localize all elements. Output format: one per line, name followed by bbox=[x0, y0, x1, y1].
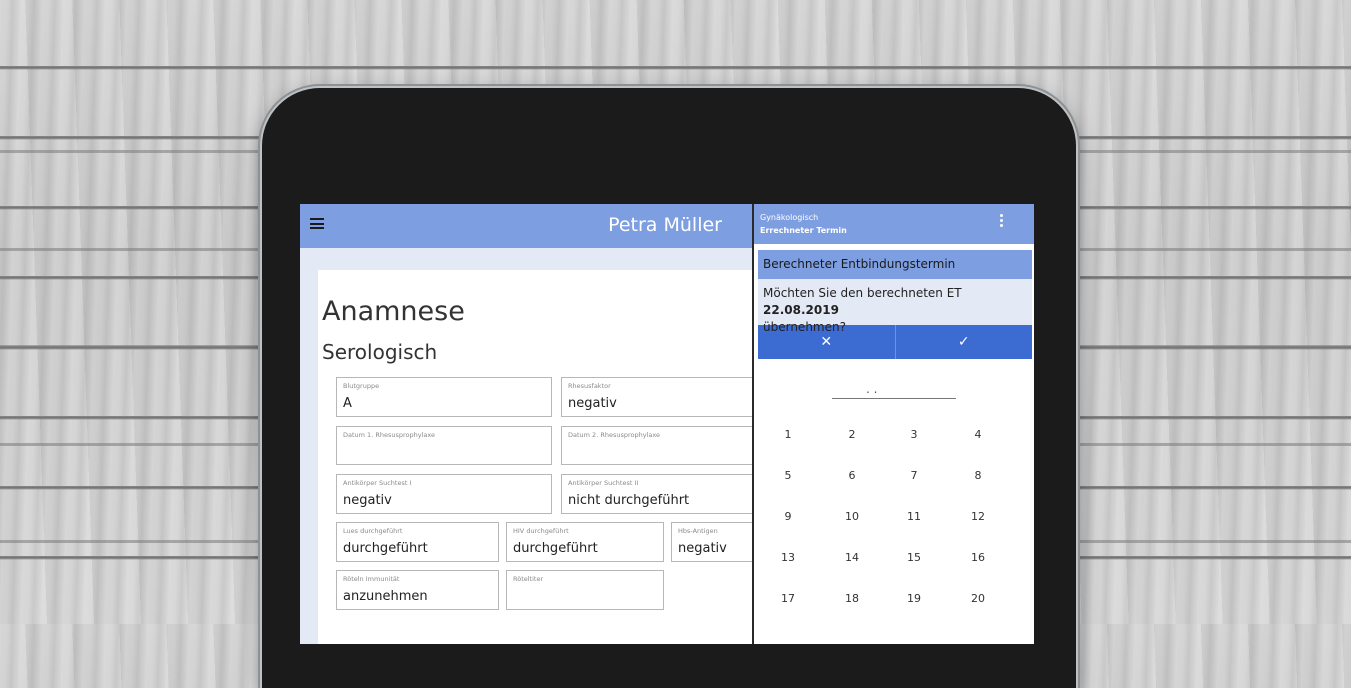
field-rhesusprophylaxe-2[interactable]: Datum 2. Rhesusprophylaxe bbox=[561, 426, 761, 465]
number-key[interactable]: 2 bbox=[832, 428, 872, 441]
field-label: Datum 1. Rhesusprophylaxe bbox=[343, 431, 436, 439]
panel-header: Gynäkologisch Errechneter Termin bbox=[754, 204, 1034, 244]
confirm-button[interactable]: ✓ bbox=[896, 325, 1033, 359]
field-label: HIV durchgeführt bbox=[513, 527, 569, 535]
field-label: Antikörper Suchtest II bbox=[568, 479, 639, 487]
panel-subtitle: Gynäkologisch bbox=[760, 213, 819, 222]
number-key[interactable]: 18 bbox=[832, 592, 872, 605]
field-rhesusprophylaxe-1[interactable]: Datum 1. Rhesusprophylaxe bbox=[336, 426, 552, 465]
number-key[interactable]: 5 bbox=[768, 469, 808, 482]
number-key[interactable]: 12 bbox=[958, 510, 998, 523]
panel-title: Errechneter Termin bbox=[760, 226, 847, 235]
dialog-message: Möchten Sie den berechneten ET 22.08.201… bbox=[758, 279, 1032, 334]
number-key[interactable]: 8 bbox=[958, 469, 998, 482]
field-value: A bbox=[343, 396, 352, 411]
field-roeteltiter[interactable]: Röteltiter bbox=[506, 570, 664, 610]
section-title: Serologisch bbox=[322, 340, 438, 364]
side-panel: Gynäkologisch Errechneter Termin Berechn… bbox=[752, 204, 1034, 644]
number-key[interactable]: 10 bbox=[832, 510, 872, 523]
cancel-button[interactable]: ✕ bbox=[758, 325, 896, 359]
number-key[interactable]: 17 bbox=[768, 592, 808, 605]
number-key[interactable]: 4 bbox=[958, 428, 998, 441]
field-label: Röteltiter bbox=[513, 575, 544, 583]
field-hbs-antigen[interactable]: Hbs-Antigen negativ bbox=[671, 522, 761, 562]
field-value: negativ bbox=[568, 396, 617, 411]
field-roeteln-immunitaet[interactable]: Röteln Immunität anzunehmen bbox=[336, 570, 499, 610]
number-key[interactable]: 11 bbox=[894, 510, 934, 523]
field-blutgruppe[interactable]: Blutgruppe A bbox=[336, 377, 552, 417]
number-key[interactable]: 16 bbox=[958, 551, 998, 564]
check-icon: ✓ bbox=[957, 334, 970, 350]
number-key[interactable]: 1 bbox=[768, 428, 808, 441]
field-label: Datum 2. Rhesusprophylaxe bbox=[568, 431, 661, 439]
close-icon: ✕ bbox=[820, 334, 833, 350]
field-label: Blutgruppe bbox=[343, 382, 380, 390]
dialog-actions: ✕ ✓ bbox=[758, 325, 1032, 359]
field-lues[interactable]: Lues durchgeführt durchgeführt bbox=[336, 522, 499, 562]
field-label: Röteln Immunität bbox=[343, 575, 400, 583]
patient-name: Petra Müller bbox=[608, 214, 722, 236]
page-title: Anamnese bbox=[322, 296, 465, 327]
field-hiv[interactable]: HIV durchgeführt durchgeführt bbox=[506, 522, 664, 562]
field-label: Antikörper Suchtest I bbox=[343, 479, 412, 487]
number-key[interactable]: 3 bbox=[894, 428, 934, 441]
field-antikoerper-suchtest-1[interactable]: Antikörper Suchtest I negativ bbox=[336, 474, 552, 514]
app-bar: Petra Müller bbox=[300, 204, 752, 248]
number-key[interactable]: 6 bbox=[832, 469, 872, 482]
dialog-heading: Berechneter Entbindungstermin bbox=[758, 250, 1032, 279]
field-label: Hbs-Antigen bbox=[678, 527, 718, 535]
number-key[interactable]: 20 bbox=[958, 592, 998, 605]
field-value: negativ bbox=[343, 493, 392, 508]
number-key[interactable]: 15 bbox=[894, 551, 934, 564]
field-value: negativ bbox=[678, 541, 727, 556]
field-label: Lues durchgeführt bbox=[343, 527, 403, 535]
number-key[interactable]: 13 bbox=[768, 551, 808, 564]
field-antikoerper-suchtest-2[interactable]: Antikörper Suchtest II nicht durchgeführ… bbox=[561, 474, 761, 514]
dialog-date: 22.08.2019 bbox=[763, 303, 839, 317]
field-value: anzunehmen bbox=[343, 589, 428, 604]
number-key[interactable]: 7 bbox=[894, 469, 934, 482]
more-vertical-icon[interactable] bbox=[1000, 214, 1003, 228]
date-input-text[interactable]: . . bbox=[866, 382, 877, 396]
date-input-underline bbox=[832, 398, 956, 399]
field-value: durchgeführt bbox=[343, 541, 428, 556]
tablet-screen: Petra Müller Anamnese Serologisch Blutgr… bbox=[300, 204, 1034, 644]
number-key[interactable]: 9 bbox=[768, 510, 808, 523]
number-key[interactable]: 19 bbox=[894, 592, 934, 605]
number-key[interactable]: 14 bbox=[832, 551, 872, 564]
field-label: Rhesusfaktor bbox=[568, 382, 611, 390]
confirm-dialog: Berechneter Entbindungstermin Möchten Si… bbox=[758, 250, 1032, 359]
field-rhesusfaktor[interactable]: Rhesusfaktor negativ bbox=[561, 377, 761, 417]
dialog-message-text: Möchten Sie den berechneten ET bbox=[763, 286, 962, 300]
field-value: nicht durchgeführt bbox=[568, 493, 690, 508]
hamburger-menu-icon[interactable] bbox=[310, 218, 324, 229]
field-value: durchgeführt bbox=[513, 541, 598, 556]
